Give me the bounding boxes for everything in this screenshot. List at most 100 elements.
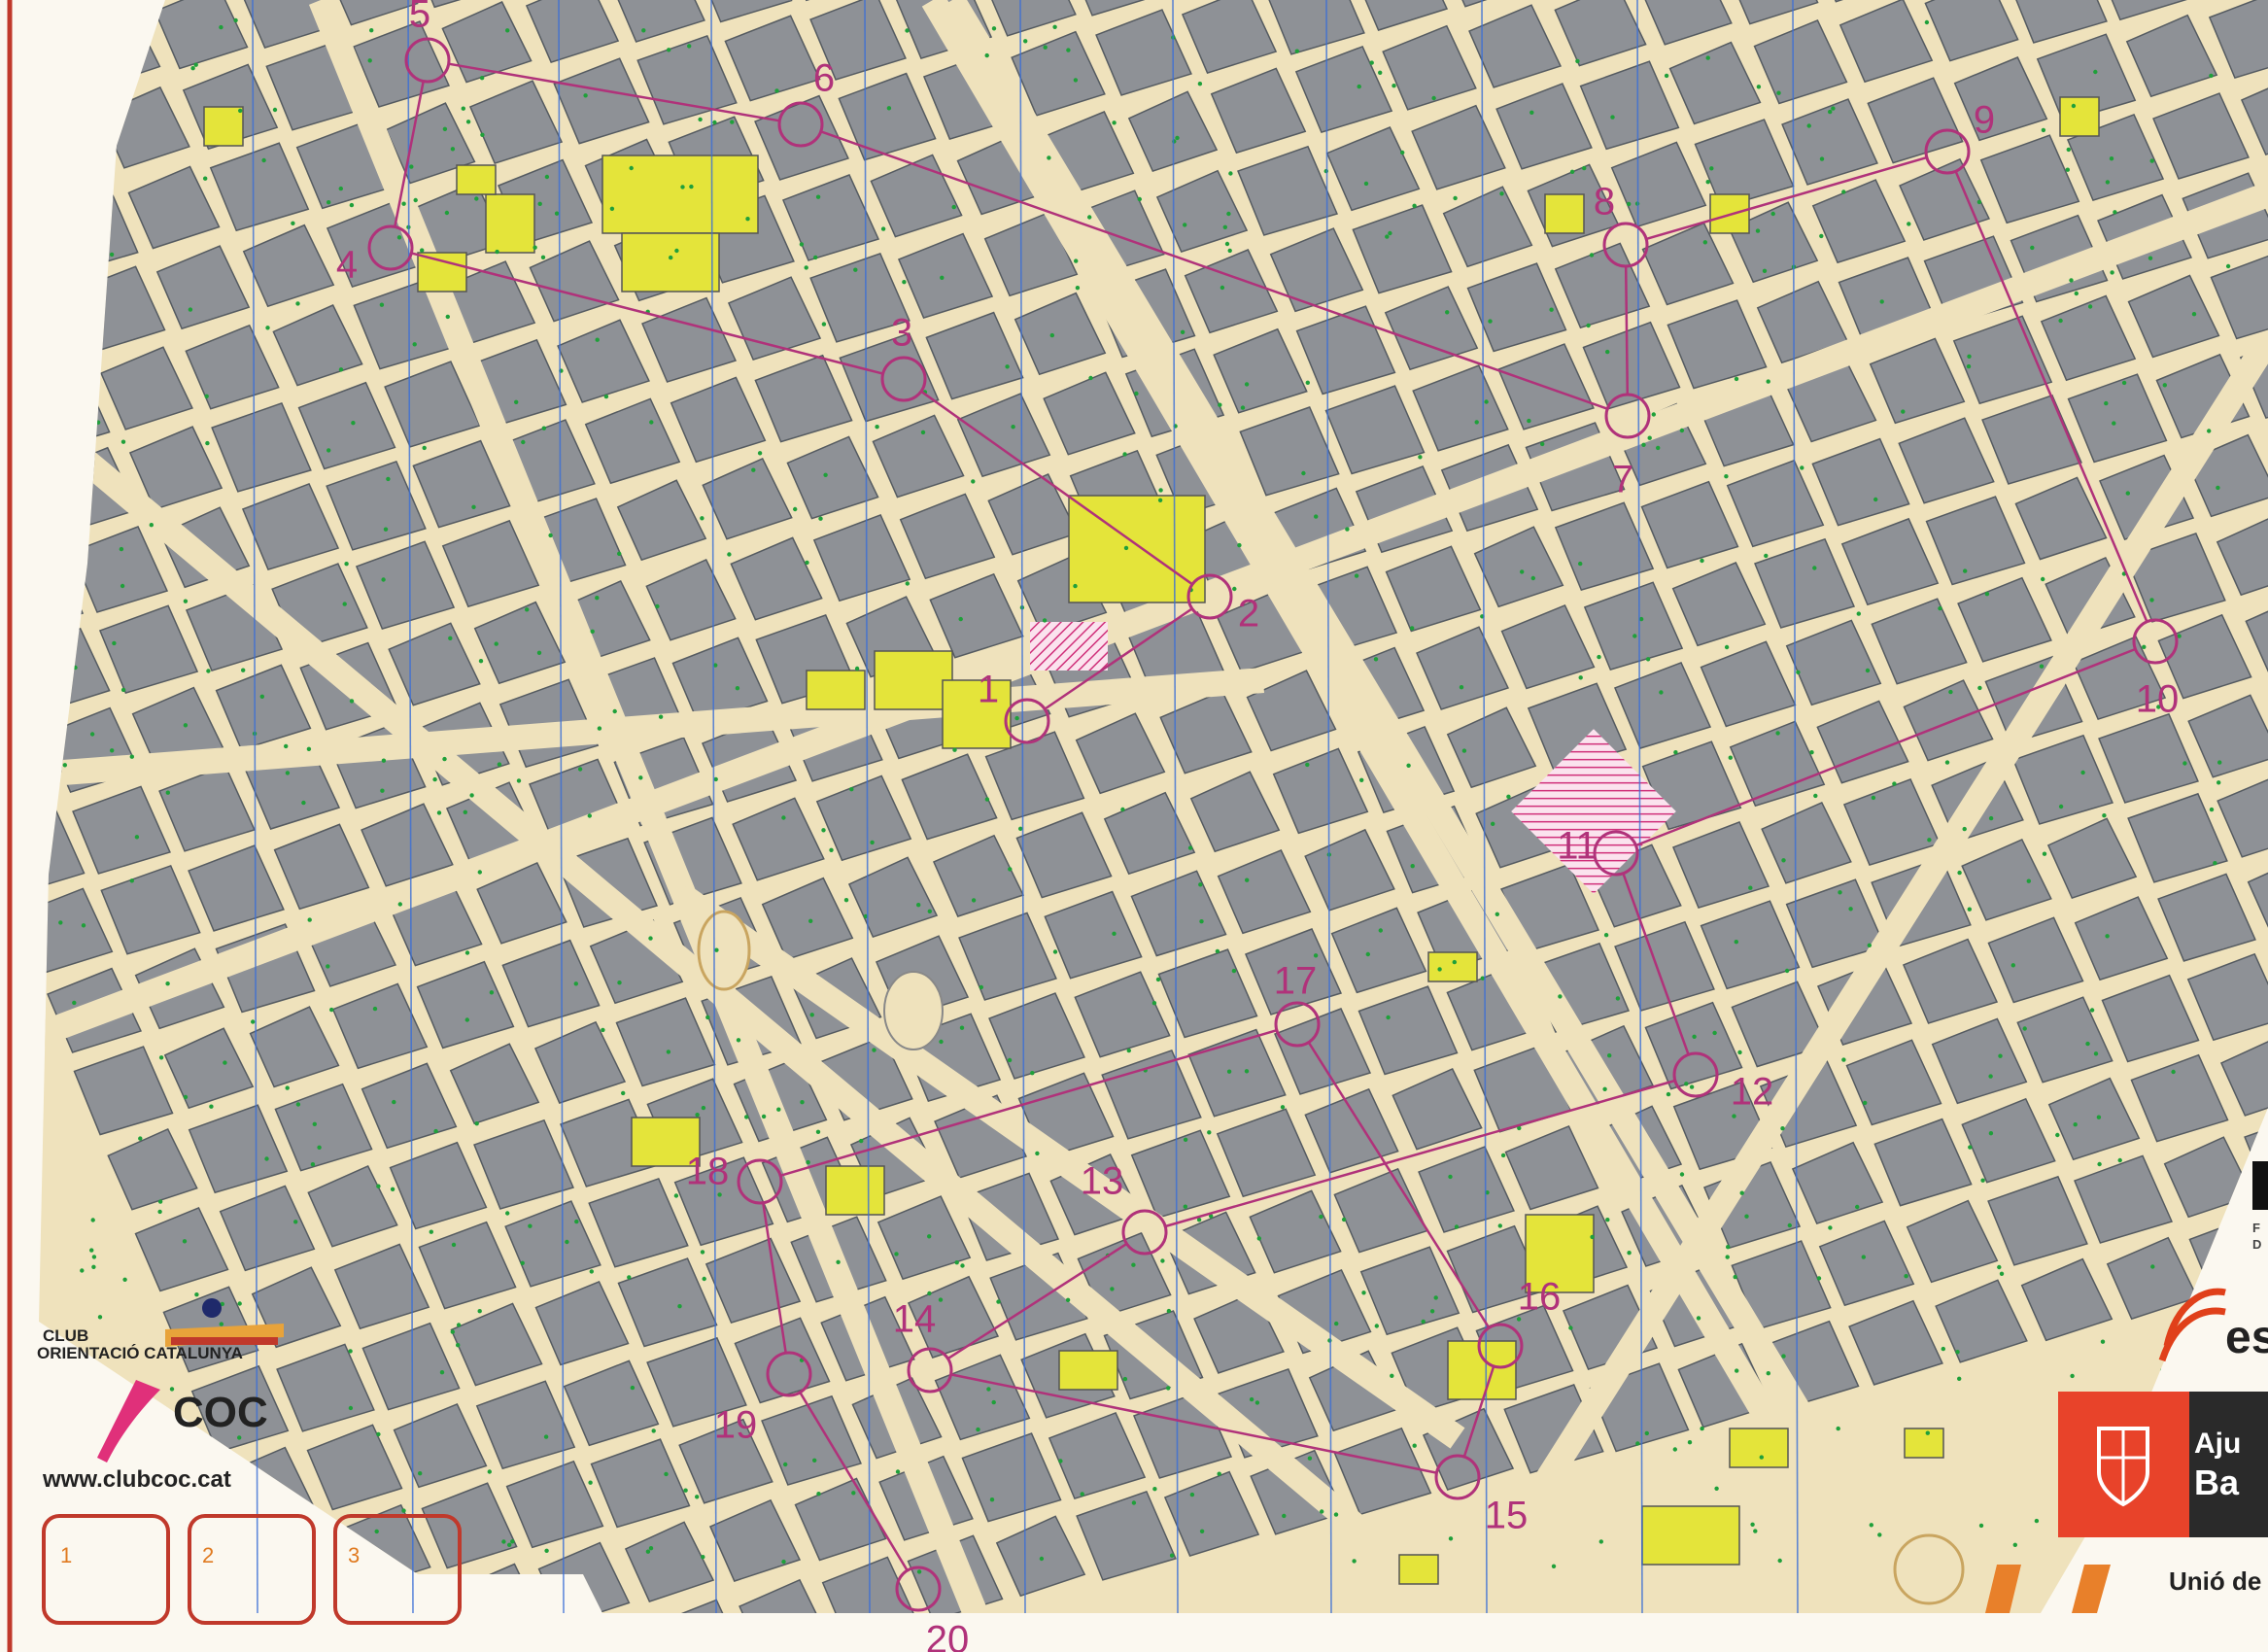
- tree-dot: [587, 813, 592, 818]
- tree-dot: [2225, 263, 2231, 269]
- tree-dot: [712, 120, 717, 125]
- tree-dot: [1007, 1057, 1013, 1063]
- tree-dot: [464, 950, 470, 955]
- tree-dot: [1158, 488, 1163, 493]
- tree-dot: [1709, 166, 1714, 171]
- tree-dot: [916, 903, 921, 908]
- tree-dot: [507, 1542, 512, 1548]
- tree-dot: [991, 26, 997, 31]
- tree-dot: [2104, 400, 2109, 406]
- control-number-16: 16: [1518, 1276, 1562, 1319]
- tree-dot: [812, 1458, 817, 1463]
- roundabout-south: [1893, 1533, 1965, 1605]
- tree-dot: [418, 1471, 423, 1476]
- tree-dot: [1088, 375, 1093, 381]
- tree-dot: [714, 947, 719, 952]
- tree-dot: [237, 1301, 242, 1306]
- tree-dot: [1558, 994, 1563, 999]
- tree-dot: [986, 1387, 991, 1392]
- tree-dot: [204, 394, 209, 398]
- tree-dot: [494, 641, 498, 646]
- tree-dot: [1641, 442, 1646, 447]
- tree-dot: [2039, 664, 2045, 669]
- tree-dot: [157, 1199, 163, 1204]
- tree-dot: [2216, 485, 2220, 491]
- tree-dot: [2022, 1026, 2027, 1031]
- tree-dot: [589, 1269, 594, 1274]
- tree-dot: [1796, 670, 1801, 674]
- tree-dot: [1160, 1258, 1165, 1263]
- tree-dot: [1904, 1274, 1908, 1279]
- tree-dot: [1980, 1178, 1985, 1183]
- tree-dot: [1244, 382, 1250, 387]
- tree-dot: [1753, 1529, 1758, 1533]
- tree-dot: [372, 1006, 378, 1012]
- tree-dot: [1978, 1523, 1984, 1529]
- tree-dot: [285, 1085, 290, 1090]
- tree-dot: [420, 248, 425, 253]
- tree-dot: [1689, 1084, 1695, 1089]
- tree-dot: [90, 1218, 95, 1222]
- tree-dot: [916, 1569, 922, 1574]
- tree-dot: [617, 981, 622, 985]
- open-area: [485, 193, 535, 254]
- tree-dot: [465, 120, 471, 124]
- tree-dot: [401, 201, 406, 206]
- tree-dot: [1635, 1441, 1640, 1446]
- tree-dot: [683, 1488, 688, 1493]
- tree-dot: [58, 920, 63, 925]
- tree-dot: [927, 1234, 932, 1239]
- tree-dot: [700, 1250, 705, 1255]
- tree-dot: [2105, 180, 2111, 185]
- tree-dot: [1237, 542, 1242, 548]
- tree-dot: [939, 1039, 944, 1045]
- tree-dot: [259, 694, 264, 699]
- tree-dot: [1673, 750, 1678, 755]
- tree-dot: [1361, 1291, 1366, 1295]
- tree-dot: [2055, 1132, 2060, 1138]
- tree-dot: [1776, 90, 1781, 95]
- tree-dot: [1598, 1539, 1604, 1544]
- tree-dot: [2182, 761, 2187, 766]
- tree-dot: [601, 1027, 605, 1033]
- tree-dot: [1453, 195, 1458, 201]
- tree-dot: [1066, 48, 1071, 52]
- tree-dot: [843, 898, 849, 903]
- tree-dot: [1474, 420, 1479, 425]
- tree-dot: [1999, 1271, 2005, 1277]
- open-area: [806, 670, 866, 710]
- tree-dot: [1197, 82, 1203, 86]
- tree-dot: [1359, 777, 1364, 782]
- tree-dot: [1984, 592, 1990, 597]
- tree-dot: [1294, 49, 1300, 53]
- tree-dot: [397, 902, 402, 907]
- tree-dot: [2149, 598, 2154, 602]
- tree-dot: [1647, 435, 1652, 440]
- tree-dot: [1988, 815, 1994, 821]
- tree-dot: [369, 28, 374, 33]
- tree-dot: [386, 476, 391, 482]
- tree-dot: [122, 1277, 127, 1283]
- tree-dot: [574, 1219, 579, 1224]
- tree-dot: [829, 847, 834, 852]
- tree-dot: [2209, 807, 2215, 812]
- tree-dot: [2142, 644, 2147, 649]
- tree-dot: [1871, 795, 1876, 801]
- tree-dot: [1215, 948, 1220, 954]
- tree-dot: [799, 242, 805, 247]
- tree-dot: [1627, 201, 1632, 207]
- tree-dot: [295, 1102, 301, 1107]
- tree-dot: [680, 185, 685, 189]
- tree-dot: [1988, 1131, 1994, 1136]
- tree-dot: [326, 200, 331, 205]
- tree-dot: [1775, 731, 1780, 736]
- tree-dot: [1578, 561, 1583, 567]
- tree-dot: [2042, 851, 2047, 856]
- open-area: [1641, 1505, 1740, 1566]
- tree-dot: [1602, 1086, 1607, 1092]
- tree-dot: [1549, 307, 1554, 312]
- tree-dot: [349, 202, 355, 208]
- tree-dot: [412, 342, 417, 347]
- tree-dot: [1042, 618, 1048, 623]
- tree-dot: [1702, 240, 1708, 245]
